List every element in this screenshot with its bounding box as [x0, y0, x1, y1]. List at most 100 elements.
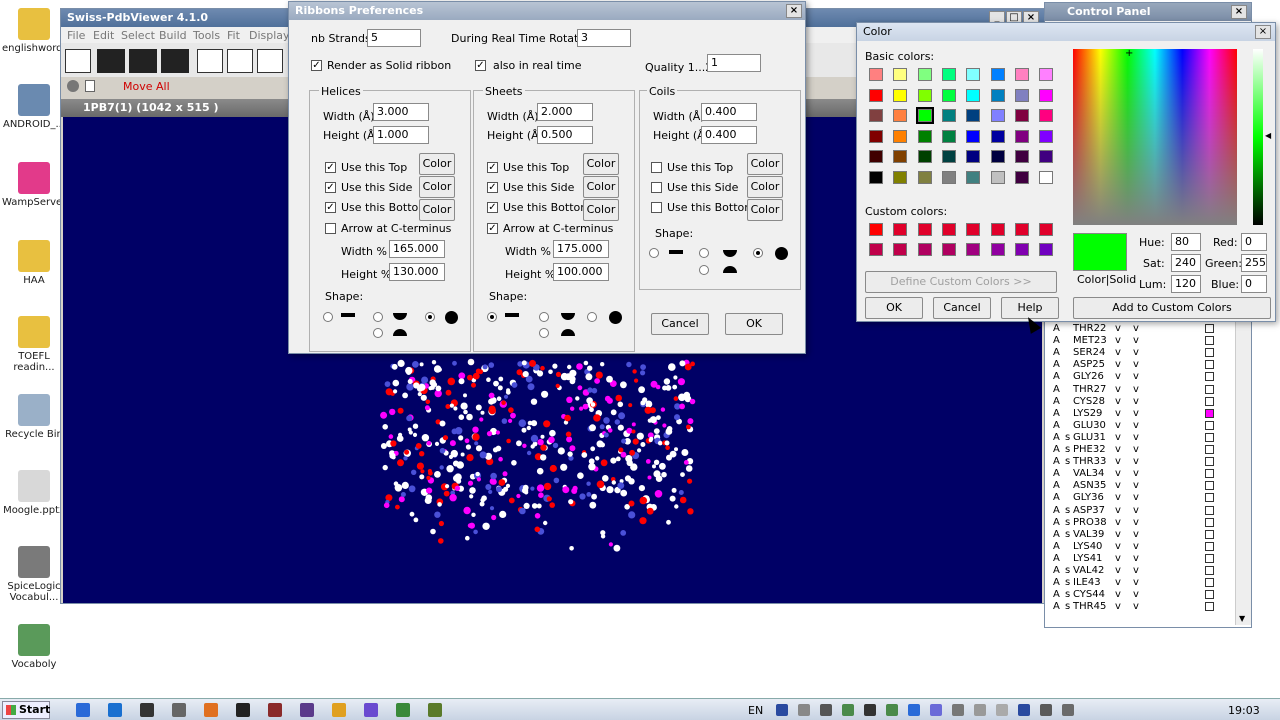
translate-icon[interactable] [129, 49, 157, 73]
scrollbar[interactable]: ▼ [1235, 321, 1251, 625]
basic-color-swatch[interactable] [941, 68, 956, 81]
residue-color-swatch[interactable] [1205, 408, 1214, 418]
show-toggle[interactable]: v [1115, 444, 1121, 456]
side-chain-toggle[interactable]: v [1133, 420, 1139, 432]
basic-color-swatch[interactable] [990, 171, 1005, 184]
sheets-bottom-checkbox[interactable]: ✓ [487, 202, 498, 213]
coils-bottom-checkbox[interactable] [651, 202, 662, 213]
coils-shape-round-radio[interactable] [753, 248, 763, 258]
basic-color-swatch[interactable] [1014, 109, 1029, 123]
residue-row[interactable]: A THR27 v v [1049, 384, 1239, 396]
gear-icon[interactable] [67, 80, 79, 92]
basic-color-swatch[interactable] [1014, 129, 1029, 143]
show-toggle[interactable]: v [1115, 541, 1121, 553]
angle-icon[interactable] [227, 49, 253, 73]
basic-color-swatch[interactable] [893, 68, 908, 81]
desktop-icon[interactable]: englishword... [2, 8, 72, 54]
helices-width-pct-input[interactable]: 165.000 [389, 240, 445, 258]
basic-color-swatch[interactable] [915, 107, 934, 125]
residue-row[interactable]: As VAL39 v v [1049, 529, 1239, 541]
show-toggle[interactable]: v [1115, 384, 1121, 396]
side-chain-toggle[interactable]: v [1133, 565, 1139, 577]
ribbons-titlebar[interactable]: Ribbons Preferences × [289, 2, 805, 20]
show-toggle[interactable]: v [1115, 480, 1121, 492]
custom-color-swatch[interactable] [1039, 243, 1054, 256]
basic-color-swatch[interactable] [893, 150, 908, 164]
desktop-icon[interactable]: ANDROID_... [2, 84, 66, 130]
show-toggle[interactable]: v [1115, 359, 1121, 371]
coils-side-color-button[interactable]: Color [747, 176, 783, 198]
sheets-shape-dome-radio[interactable] [539, 328, 549, 338]
residue-row[interactable]: A LYS29 v v [1049, 408, 1239, 420]
residue-color-swatch[interactable] [1205, 553, 1214, 563]
basic-color-swatch[interactable] [1039, 88, 1054, 102]
helices-top-color-button[interactable]: Color [419, 153, 455, 175]
residue-row[interactable]: As THR33 v v [1049, 456, 1239, 468]
side-chain-toggle[interactable]: v [1133, 553, 1139, 565]
residue-row[interactable]: As ILE43 v v [1049, 577, 1239, 589]
ribbons-close-button[interactable]: × [786, 4, 802, 18]
side-chain-toggle[interactable]: v [1133, 517, 1139, 529]
desktop-icon[interactable]: TOEFL readin... [2, 316, 66, 373]
residue-color-swatch[interactable] [1205, 420, 1214, 430]
coils-side-checkbox[interactable] [651, 182, 662, 193]
helices-height-pct-input[interactable]: 130.000 [389, 263, 445, 281]
show-toggle[interactable]: v [1115, 347, 1121, 359]
taskbar-app-icon[interactable] [140, 703, 154, 717]
menu-item[interactable]: Fit [227, 29, 240, 42]
side-chain-toggle[interactable]: v [1133, 323, 1139, 335]
show-toggle[interactable]: v [1115, 601, 1121, 613]
green-input[interactable]: 255 [1241, 254, 1267, 272]
system-tray-icon[interactable] [1062, 704, 1074, 716]
basic-color-swatch[interactable] [869, 150, 883, 164]
residue-row[interactable]: A ASP25 v v [1049, 359, 1239, 371]
helices-width-input[interactable]: 3.000 [373, 103, 429, 121]
basic-color-swatch[interactable] [966, 129, 981, 143]
taskbar-app-icon[interactable] [172, 703, 186, 717]
hand-icon[interactable] [97, 49, 125, 73]
residue-row[interactable]: A GLY36 v v [1049, 492, 1239, 504]
custom-color-swatch[interactable] [893, 243, 908, 256]
system-tray-icon[interactable] [1040, 704, 1052, 716]
show-toggle[interactable]: v [1115, 529, 1121, 541]
side-chain-toggle[interactable]: v [1133, 529, 1139, 541]
side-chain-toggle[interactable]: v [1133, 589, 1139, 601]
side-chain-toggle[interactable]: v [1133, 432, 1139, 444]
scroll-down-icon[interactable]: ▼ [1239, 614, 1245, 623]
basic-color-swatch[interactable] [893, 88, 908, 102]
taskbar-app-icon[interactable] [396, 703, 410, 717]
basic-color-swatch[interactable] [917, 171, 932, 184]
sheets-shape-round-radio[interactable] [587, 312, 597, 322]
custom-color-swatch[interactable] [1039, 223, 1054, 236]
blue-input[interactable]: 0 [1241, 275, 1267, 293]
residue-color-swatch[interactable] [1205, 590, 1214, 600]
residue-row[interactable]: A THR22 v v [1049, 323, 1239, 335]
coils-height-input[interactable]: 0.400 [701, 126, 757, 144]
helices-height-input[interactable]: 1.000 [373, 126, 429, 144]
side-chain-toggle[interactable]: v [1133, 359, 1139, 371]
system-tray-icon[interactable] [908, 704, 920, 716]
residue-row[interactable]: As THR45 v v [1049, 601, 1239, 613]
basic-color-swatch[interactable] [893, 129, 908, 143]
residue-color-swatch[interactable] [1205, 360, 1214, 370]
color-close-button[interactable]: × [1255, 25, 1271, 39]
show-toggle[interactable]: v [1115, 432, 1121, 444]
menu-item[interactable]: Select [121, 29, 155, 42]
ribbons-ok-button[interactable]: OK [725, 313, 783, 335]
taskbar-app-icon[interactable] [76, 703, 90, 717]
custom-color-swatch[interactable] [893, 223, 908, 236]
clock[interactable]: 19:03 [1228, 704, 1260, 717]
show-toggle[interactable]: v [1115, 468, 1121, 480]
custom-color-swatch[interactable] [990, 243, 1005, 256]
residue-color-swatch[interactable] [1205, 578, 1214, 588]
residue-color-swatch[interactable] [1205, 541, 1214, 551]
side-chain-toggle[interactable]: v [1133, 601, 1139, 613]
menu-item[interactable]: File [67, 29, 85, 42]
basic-color-swatch[interactable] [966, 109, 981, 123]
basic-color-swatch[interactable] [941, 171, 956, 184]
basic-color-swatch[interactable] [917, 88, 932, 102]
basic-color-swatch[interactable] [893, 171, 908, 184]
residue-color-swatch[interactable] [1205, 384, 1214, 394]
residue-color-swatch[interactable] [1205, 602, 1214, 612]
coils-top-color-button[interactable]: Color [747, 153, 783, 175]
